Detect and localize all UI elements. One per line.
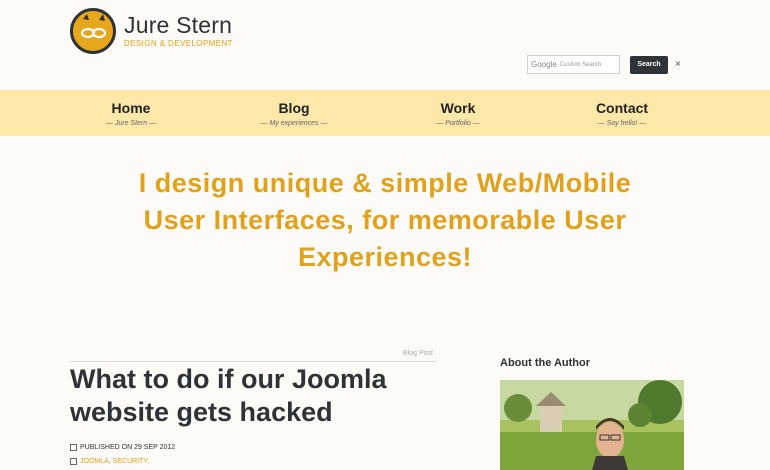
post-section-label: Blog Post [403,350,433,357]
published-date: PUBLISHED ON 29 SEP 2012 [80,444,176,451]
nav-item-contact[interactable]: Contact — Say hello! — [586,100,658,127]
calendar-icon [70,444,77,451]
hero-line: Experiences! [297,242,473,272]
search-placeholder: Custom Search [559,61,602,68]
nav-item-work[interactable]: Work — Portfolio — [425,100,491,127]
nav-item-blog[interactable]: Blog — My experiences — [255,100,333,127]
post-title-line: website gets hacked [70,397,333,427]
nav-item-label: Work [440,100,476,116]
nav-item-label: Home [111,100,151,116]
search-button[interactable]: Search [630,55,668,74]
logo-mark-icon [70,8,116,54]
nav-item-sub: — Portfolio — [436,120,480,127]
brand-tagline: DESIGN & DEVELOPMENT [124,39,233,48]
search-input[interactable]: Google Custom Search [527,55,620,74]
main-nav: Home — Jure Stern — Blog — My experience… [0,90,770,136]
post-published: PUBLISHED ON 29 SEP 2012 [70,444,175,451]
post-tags: JOOMLA, SECURITY, [70,458,149,465]
search-bar: Google Custom Search Search × [527,55,681,74]
post-title-line: What to do if our Joomla [70,364,387,394]
hero-line: I design unique & simple Web/Mobile [138,168,632,198]
nav-item-label: Contact [595,100,649,116]
close-icon[interactable]: × [675,59,681,70]
nav-item-sub: — Say hello! — [597,120,647,127]
divider [70,361,437,362]
nav-item-sub: — My experiences — [260,120,328,127]
google-logo: Google [531,60,557,69]
site-logo[interactable]: Jure Stern DESIGN & DEVELOPMENT [70,8,233,54]
nav-item-home[interactable]: Home — Jure Stern — [100,100,162,127]
tag-icon [70,458,77,465]
nav-item-sub: — Jure Stern — [105,120,157,127]
post-title[interactable]: What to do if our Joomla website gets ha… [70,363,450,429]
tag-links[interactable]: JOOMLA, SECURITY, [80,458,149,465]
about-author-heading: About the Author [500,357,591,369]
hero-headline: I design unique & simple Web/Mobile User… [0,165,770,276]
brand-name: Jure Stern [124,12,233,38]
hero-line: User Interfaces, for memorable User [143,205,627,235]
nav-item-label: Blog [278,100,310,116]
author-photo [500,380,684,470]
